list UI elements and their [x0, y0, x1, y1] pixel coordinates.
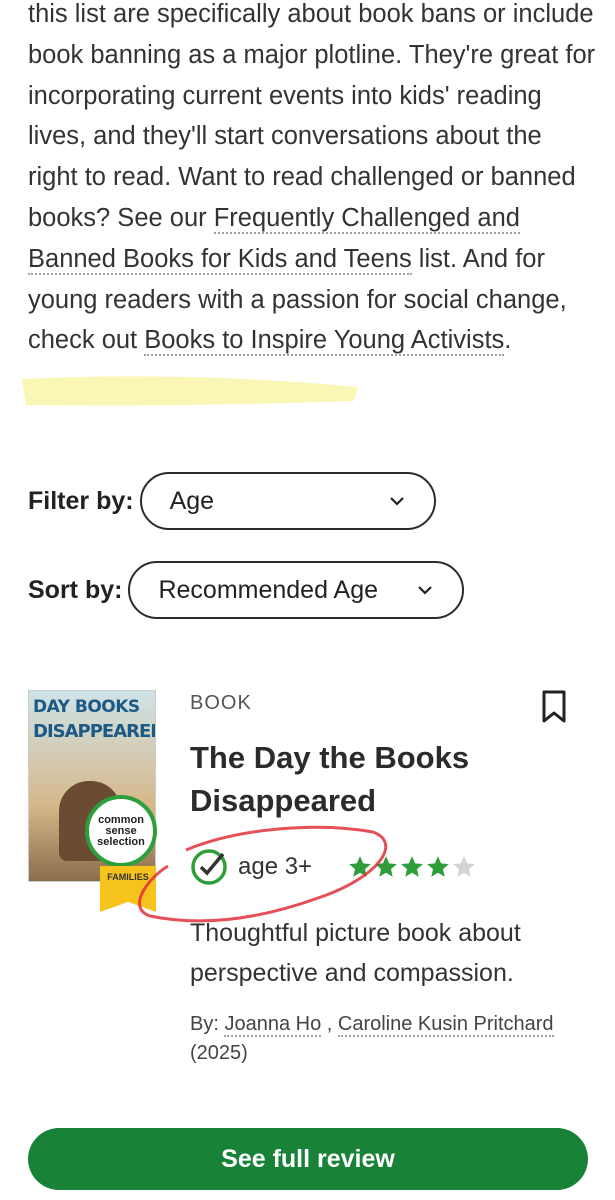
sort-label: Sort by:: [28, 575, 123, 604]
star-filled-icon: [375, 856, 397, 877]
common-sense-badge: common sense selection: [85, 795, 157, 867]
check-circle-icon: [191, 849, 227, 885]
media-type: BOOK: [190, 692, 252, 714]
activists-link[interactable]: Books to Inspire Young Activists: [144, 326, 505, 357]
star-rating: [347, 854, 477, 880]
chevron-down-icon: [389, 497, 404, 506]
author-link[interactable]: Joanna Ho: [224, 1013, 322, 1037]
star-filled-icon: [349, 856, 371, 877]
book-summary: Thoughtful picture book about perspectiv…: [190, 919, 521, 987]
sort-row: Sort by: Recommended Age: [28, 561, 465, 619]
filter-age-dropdown[interactable]: Age: [139, 472, 436, 530]
families-ribbon: FAMILIES: [100, 866, 156, 912]
publication-year: (2025): [190, 1042, 248, 1064]
star-filled-icon: [401, 856, 423, 877]
age-rating-row: age 3+: [190, 848, 477, 886]
filter-row: Filter by: Age: [28, 472, 436, 530]
cover-title-line1: DAY BOOKS: [33, 697, 140, 717]
star-empty-icon: [453, 856, 475, 877]
byline: By: Joanna Ho , Caroline Kusin Pritchard…: [190, 1013, 554, 1064]
star-filled-icon: [427, 856, 449, 877]
author-link[interactable]: Caroline Kusin Pritchard: [337, 1013, 554, 1037]
intro-paragraph: this list are specifically about book ba…: [28, 0, 598, 361]
sort-dropdown[interactable]: Recommended Age: [128, 561, 465, 619]
filter-value: Age: [169, 486, 215, 515]
age-label: age 3+: [238, 853, 313, 880]
book-title[interactable]: The Day the Books Disappeared: [190, 736, 530, 822]
byline-label: By:: [190, 1013, 225, 1035]
intro-text-end: .: [504, 326, 512, 355]
cover-title-line2: DISAPPEARED: [33, 721, 156, 742]
see-full-review-button[interactable]: See full review: [28, 1128, 588, 1190]
sort-value: Recommended Age: [158, 575, 379, 604]
intro-text: this list are specifically about book ba…: [28, 0, 596, 232]
highlight-marker: [22, 376, 358, 406]
bookmark-icon[interactable]: [541, 690, 567, 724]
chevron-down-icon: [418, 586, 433, 595]
filter-label: Filter by:: [28, 486, 134, 515]
